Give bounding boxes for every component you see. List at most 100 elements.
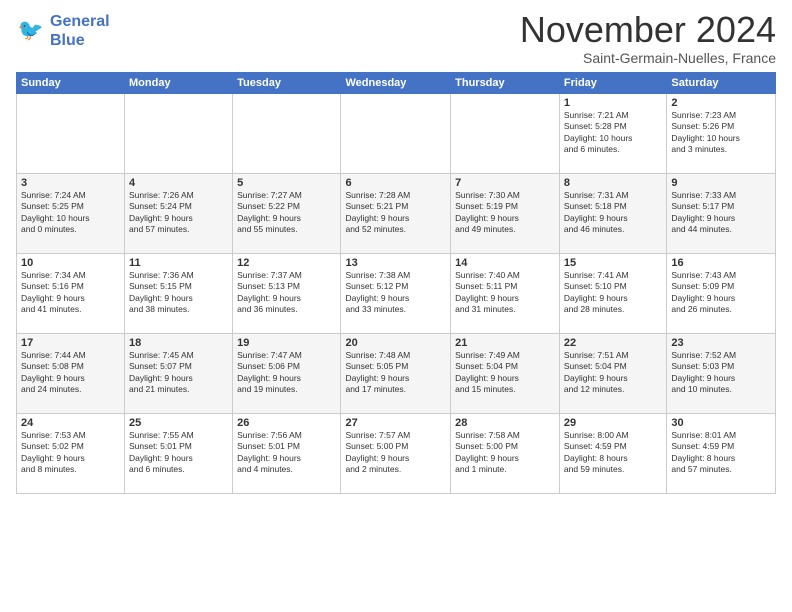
- calendar-cell: 20Sunrise: 7:48 AM Sunset: 5:05 PM Dayli…: [341, 334, 451, 414]
- day-info: Sunrise: 7:51 AM Sunset: 5:04 PM Dayligh…: [564, 350, 662, 396]
- day-number: 12: [237, 257, 336, 269]
- day-info: Sunrise: 7:30 AM Sunset: 5:19 PM Dayligh…: [455, 190, 555, 236]
- logo: 🐦 General Blue: [16, 12, 110, 50]
- weekday-header-friday: Friday: [559, 73, 666, 94]
- day-number: 14: [455, 257, 555, 269]
- calendar-cell: 21Sunrise: 7:49 AM Sunset: 5:04 PM Dayli…: [451, 334, 560, 414]
- day-number: 8: [564, 177, 662, 189]
- calendar-cell: [125, 94, 233, 174]
- logo-line1: General: [50, 13, 110, 30]
- day-number: 3: [21, 177, 120, 189]
- calendar-week-row: 24Sunrise: 7:53 AM Sunset: 5:02 PM Dayli…: [17, 414, 776, 494]
- day-info: Sunrise: 7:34 AM Sunset: 5:16 PM Dayligh…: [21, 270, 120, 316]
- day-info: Sunrise: 7:38 AM Sunset: 5:12 PM Dayligh…: [345, 270, 446, 316]
- day-number: 28: [455, 417, 555, 429]
- calendar-cell: 2Sunrise: 7:23 AM Sunset: 5:26 PM Daylig…: [667, 94, 776, 174]
- calendar-cell: 12Sunrise: 7:37 AM Sunset: 5:13 PM Dayli…: [233, 254, 341, 334]
- calendar-cell: 3Sunrise: 7:24 AM Sunset: 5:25 PM Daylig…: [17, 174, 125, 254]
- day-number: 22: [564, 337, 662, 349]
- day-number: 27: [345, 417, 446, 429]
- day-info: Sunrise: 7:58 AM Sunset: 5:00 PM Dayligh…: [455, 430, 555, 476]
- day-number: 1: [564, 97, 662, 109]
- logo-text: General Blue: [50, 12, 110, 50]
- calendar-cell: 14Sunrise: 7:40 AM Sunset: 5:11 PM Dayli…: [451, 254, 560, 334]
- calendar-body: 1Sunrise: 7:21 AM Sunset: 5:28 PM Daylig…: [17, 94, 776, 494]
- calendar-cell: 18Sunrise: 7:45 AM Sunset: 5:07 PM Dayli…: [125, 334, 233, 414]
- calendar-table: SundayMondayTuesdayWednesdayThursdayFrid…: [16, 72, 776, 494]
- calendar-cell: 15Sunrise: 7:41 AM Sunset: 5:10 PM Dayli…: [559, 254, 666, 334]
- calendar-week-row: 1Sunrise: 7:21 AM Sunset: 5:28 PM Daylig…: [17, 94, 776, 174]
- calendar-cell: [233, 94, 341, 174]
- day-number: 15: [564, 257, 662, 269]
- calendar-week-row: 3Sunrise: 7:24 AM Sunset: 5:25 PM Daylig…: [17, 174, 776, 254]
- calendar-cell: 28Sunrise: 7:58 AM Sunset: 5:00 PM Dayli…: [451, 414, 560, 494]
- calendar-week-row: 17Sunrise: 7:44 AM Sunset: 5:08 PM Dayli…: [17, 334, 776, 414]
- logo-icon: 🐦: [16, 16, 46, 46]
- weekday-header-monday: Monday: [125, 73, 233, 94]
- day-number: 23: [671, 337, 771, 349]
- day-info: Sunrise: 8:01 AM Sunset: 4:59 PM Dayligh…: [671, 430, 771, 476]
- day-number: 30: [671, 417, 771, 429]
- day-number: 7: [455, 177, 555, 189]
- title-block: November 2024 Saint-Germain-Nuelles, Fra…: [520, 12, 776, 66]
- day-number: 21: [455, 337, 555, 349]
- day-info: Sunrise: 7:56 AM Sunset: 5:01 PM Dayligh…: [237, 430, 336, 476]
- day-number: 16: [671, 257, 771, 269]
- day-number: 19: [237, 337, 336, 349]
- day-info: Sunrise: 7:21 AM Sunset: 5:28 PM Dayligh…: [564, 110, 662, 156]
- calendar-cell: [451, 94, 560, 174]
- day-number: 4: [129, 177, 228, 189]
- calendar-cell: 22Sunrise: 7:51 AM Sunset: 5:04 PM Dayli…: [559, 334, 666, 414]
- day-number: 26: [237, 417, 336, 429]
- day-info: Sunrise: 7:36 AM Sunset: 5:15 PM Dayligh…: [129, 270, 228, 316]
- calendar-cell: 23Sunrise: 7:52 AM Sunset: 5:03 PM Dayli…: [667, 334, 776, 414]
- day-info: Sunrise: 7:49 AM Sunset: 5:04 PM Dayligh…: [455, 350, 555, 396]
- calendar-week-row: 10Sunrise: 7:34 AM Sunset: 5:16 PM Dayli…: [17, 254, 776, 334]
- day-number: 29: [564, 417, 662, 429]
- day-number: 17: [21, 337, 120, 349]
- calendar-cell: 7Sunrise: 7:30 AM Sunset: 5:19 PM Daylig…: [451, 174, 560, 254]
- day-number: 6: [345, 177, 446, 189]
- day-info: Sunrise: 7:33 AM Sunset: 5:17 PM Dayligh…: [671, 190, 771, 236]
- day-info: Sunrise: 7:26 AM Sunset: 5:24 PM Dayligh…: [129, 190, 228, 236]
- day-info: Sunrise: 7:37 AM Sunset: 5:13 PM Dayligh…: [237, 270, 336, 316]
- day-number: 18: [129, 337, 228, 349]
- calendar-cell: 6Sunrise: 7:28 AM Sunset: 5:21 PM Daylig…: [341, 174, 451, 254]
- calendar-cell: 29Sunrise: 8:00 AM Sunset: 4:59 PM Dayli…: [559, 414, 666, 494]
- day-info: Sunrise: 7:40 AM Sunset: 5:11 PM Dayligh…: [455, 270, 555, 316]
- day-number: 2: [671, 97, 771, 109]
- calendar-cell: 1Sunrise: 7:21 AM Sunset: 5:28 PM Daylig…: [559, 94, 666, 174]
- weekday-header-wednesday: Wednesday: [341, 73, 451, 94]
- day-info: Sunrise: 7:45 AM Sunset: 5:07 PM Dayligh…: [129, 350, 228, 396]
- weekday-header-saturday: Saturday: [667, 73, 776, 94]
- day-info: Sunrise: 7:44 AM Sunset: 5:08 PM Dayligh…: [21, 350, 120, 396]
- calendar-cell: [17, 94, 125, 174]
- day-info: Sunrise: 7:28 AM Sunset: 5:21 PM Dayligh…: [345, 190, 446, 236]
- day-info: Sunrise: 7:53 AM Sunset: 5:02 PM Dayligh…: [21, 430, 120, 476]
- month-title: November 2024: [520, 12, 776, 48]
- calendar-cell: 25Sunrise: 7:55 AM Sunset: 5:01 PM Dayli…: [125, 414, 233, 494]
- calendar-cell: 30Sunrise: 8:01 AM Sunset: 4:59 PM Dayli…: [667, 414, 776, 494]
- day-info: Sunrise: 8:00 AM Sunset: 4:59 PM Dayligh…: [564, 430, 662, 476]
- calendar-cell: 17Sunrise: 7:44 AM Sunset: 5:08 PM Dayli…: [17, 334, 125, 414]
- calendar-cell: 5Sunrise: 7:27 AM Sunset: 5:22 PM Daylig…: [233, 174, 341, 254]
- calendar-cell: [341, 94, 451, 174]
- day-info: Sunrise: 7:55 AM Sunset: 5:01 PM Dayligh…: [129, 430, 228, 476]
- weekday-header-tuesday: Tuesday: [233, 73, 341, 94]
- logo-line2: Blue: [50, 31, 110, 50]
- calendar-cell: 10Sunrise: 7:34 AM Sunset: 5:16 PM Dayli…: [17, 254, 125, 334]
- calendar-cell: 26Sunrise: 7:56 AM Sunset: 5:01 PM Dayli…: [233, 414, 341, 494]
- location-subtitle: Saint-Germain-Nuelles, France: [520, 50, 776, 66]
- day-number: 10: [21, 257, 120, 269]
- day-info: Sunrise: 7:43 AM Sunset: 5:09 PM Dayligh…: [671, 270, 771, 316]
- day-number: 25: [129, 417, 228, 429]
- day-info: Sunrise: 7:24 AM Sunset: 5:25 PM Dayligh…: [21, 190, 120, 236]
- calendar-cell: 27Sunrise: 7:57 AM Sunset: 5:00 PM Dayli…: [341, 414, 451, 494]
- day-info: Sunrise: 7:23 AM Sunset: 5:26 PM Dayligh…: [671, 110, 771, 156]
- weekday-header-sunday: Sunday: [17, 73, 125, 94]
- day-number: 24: [21, 417, 120, 429]
- day-number: 11: [129, 257, 228, 269]
- day-info: Sunrise: 7:47 AM Sunset: 5:06 PM Dayligh…: [237, 350, 336, 396]
- day-info: Sunrise: 7:31 AM Sunset: 5:18 PM Dayligh…: [564, 190, 662, 236]
- calendar-cell: 13Sunrise: 7:38 AM Sunset: 5:12 PM Dayli…: [341, 254, 451, 334]
